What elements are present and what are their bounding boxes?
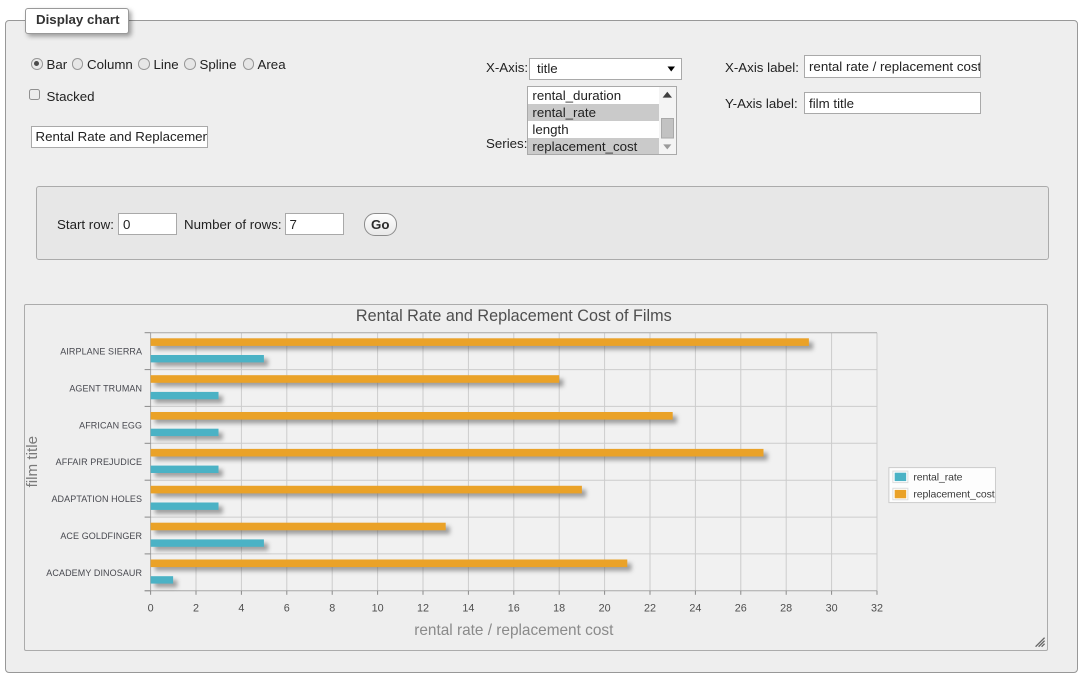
svg-text:film title: film title — [25, 436, 41, 487]
svg-text:0: 0 — [148, 602, 154, 614]
svg-text:ACADEMY DINOSAUR: ACADEMY DINOSAUR — [47, 568, 143, 578]
svg-text:14: 14 — [463, 602, 475, 614]
svg-text:18: 18 — [554, 602, 566, 614]
svg-text:rental rate / replacement cost: rental rate / replacement cost — [415, 622, 615, 639]
svg-text:AIRPLANE SIERRA: AIRPLANE SIERRA — [61, 346, 143, 356]
svg-text:ADAPTATION HOLES: ADAPTATION HOLES — [52, 494, 143, 504]
svg-text:10: 10 — [372, 602, 384, 614]
svg-text:24: 24 — [690, 602, 702, 614]
svg-text:20: 20 — [599, 602, 611, 614]
svg-text:rental_rate: rental_rate — [914, 472, 963, 483]
svg-text:32: 32 — [871, 602, 883, 614]
svg-text:Rental Rate and Replacement Co: Rental Rate and Replacement Cost of Film… — [356, 307, 672, 325]
svg-text:AFRICAN EGG: AFRICAN EGG — [80, 420, 143, 430]
svg-text:22: 22 — [644, 602, 656, 614]
svg-text:26: 26 — [735, 602, 747, 614]
svg-text:replacement_cost: replacement_cost — [914, 490, 995, 501]
svg-text:6: 6 — [284, 602, 290, 614]
svg-text:30: 30 — [826, 602, 838, 614]
svg-text:ACE GOLDFINGER: ACE GOLDFINGER — [61, 531, 143, 541]
svg-text:4: 4 — [239, 602, 245, 614]
svg-text:AFFAIR PREJUDICE: AFFAIR PREJUDICE — [56, 457, 142, 467]
svg-text:12: 12 — [417, 602, 429, 614]
svg-text:2: 2 — [193, 602, 199, 614]
svg-text:16: 16 — [508, 602, 520, 614]
svg-text:28: 28 — [781, 602, 793, 614]
svg-text:8: 8 — [330, 602, 336, 614]
svg-text:AGENT TRUMAN: AGENT TRUMAN — [70, 383, 143, 393]
